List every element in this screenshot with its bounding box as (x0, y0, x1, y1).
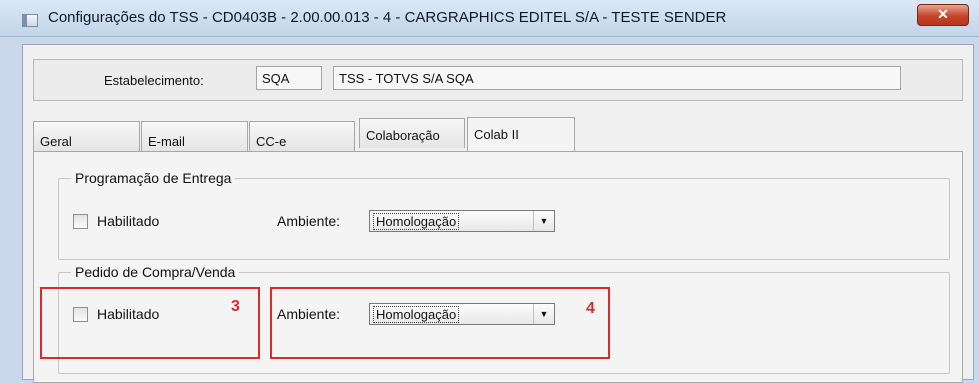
programacao-ambiente-label: Ambiente: (277, 213, 341, 229)
estabelecimento-name-field: TSS - TOTVS S/A SQA (333, 66, 901, 90)
tab-colab-ii[interactable]: Colab II (467, 117, 575, 151)
estabelecimento-code-field[interactable]: SQA (256, 66, 322, 90)
tab-geral[interactable]: Geral (33, 121, 140, 151)
tab-email[interactable]: E-mail (141, 121, 248, 151)
group-programacao-entrega: Programação de Entrega Habilitado Ambien… (58, 170, 950, 260)
programacao-ambiente-value: Homologação (373, 213, 460, 230)
window-title: Configurações do TSS - CD0403B - 2.00.00… (48, 9, 727, 26)
programacao-ambiente-select[interactable]: Homologação ▼ (369, 210, 555, 232)
programacao-habilitado-label: Habilitado (97, 213, 160, 229)
close-button[interactable]: ✕ (917, 4, 969, 26)
estabelecimento-panel: Estabelecimento: SQA TSS - TOTVS S/A SQA (33, 59, 963, 101)
close-icon: ✕ (937, 6, 949, 22)
estabelecimento-label: Estabelecimento: (104, 73, 204, 88)
annotation-marker-4: 4 (586, 300, 595, 317)
tab-colaboracao[interactable]: Colaboração (359, 118, 465, 148)
title-bar: Configurações do TSS - CD0403B - 2.00.00… (0, 0, 979, 37)
group-programacao-title: Programação de Entrega (71, 170, 236, 186)
annotation-box-3 (40, 287, 260, 359)
annotation-box-4 (270, 287, 610, 359)
chevron-down-icon: ▼ (533, 211, 554, 231)
group-pedido-title: Pedido de Compra/Venda (71, 264, 240, 280)
programacao-habilitado-checkbox[interactable] (73, 214, 88, 229)
window-app-icon (22, 14, 38, 27)
tab-cce[interactable]: CC-e (249, 121, 355, 151)
annotation-marker-3: 3 (231, 298, 240, 315)
